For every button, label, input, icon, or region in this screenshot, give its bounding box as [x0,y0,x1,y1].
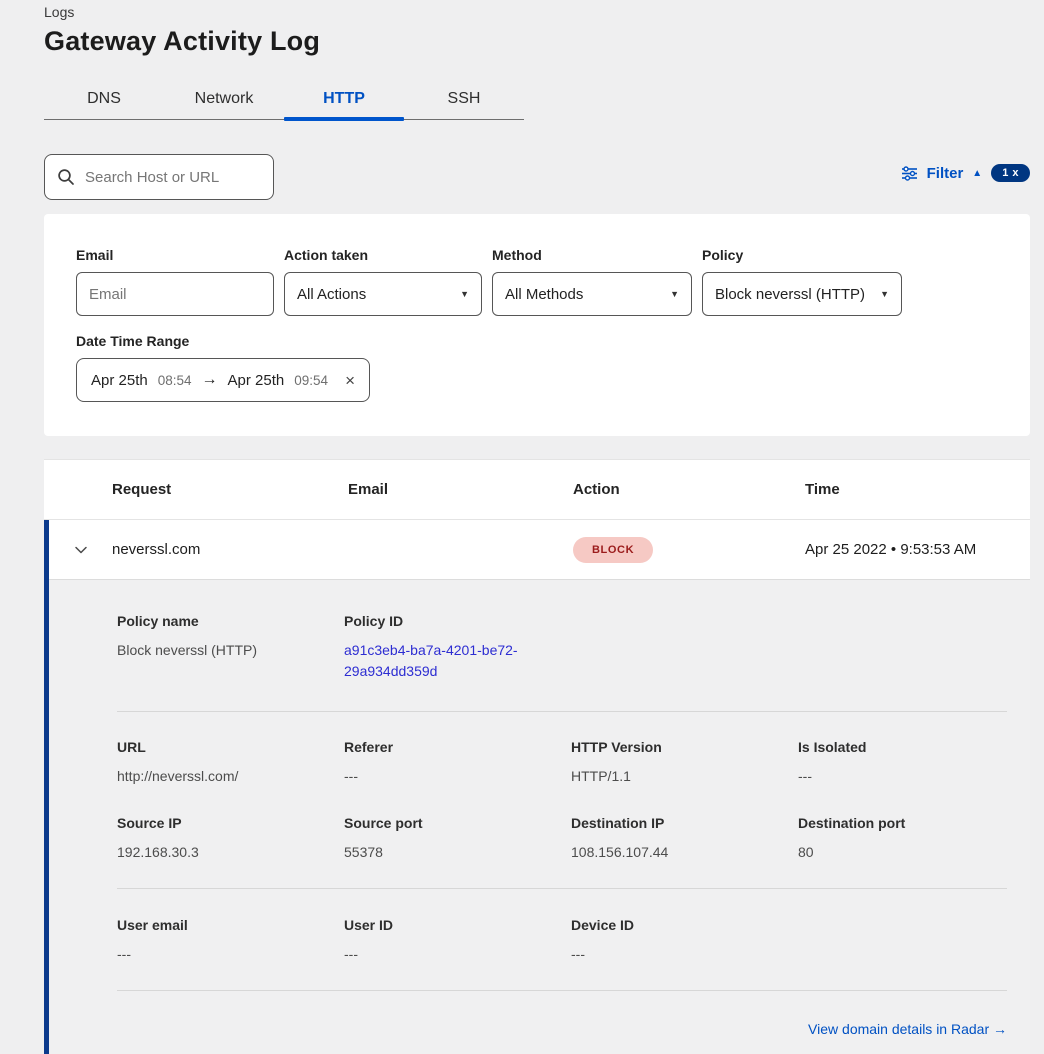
action-taken-label: Action taken [284,247,482,263]
start-time: 08:54 [158,373,192,388]
breadcrumb[interactable]: Logs [44,4,1044,20]
policy-name-label: Policy name [117,613,326,629]
search-box[interactable] [44,154,274,200]
header-request: Request [112,481,348,498]
chevron-down-icon: ▼ [670,289,679,299]
date-range-picker[interactable]: Apr 25th 08:54 → Apr 25th 09:54 × [76,358,370,402]
cell-request: neverssl.com [112,541,348,558]
referer-label: Referer [344,739,553,755]
activity-log-table: Request Email Action Time neverssl.com B… [44,460,1030,1054]
source-port-label: Source port [344,815,553,831]
policy-name-value: Block neverssl (HTTP) [117,640,326,661]
email-filter-input[interactable] [89,286,261,303]
table-row[interactable]: neverssl.com BLOCK Apr 25 2022 • 9:53:53… [49,520,1030,580]
block-action-badge: BLOCK [573,537,653,563]
search-input[interactable] [85,169,261,186]
is-isolated-value: --- [798,766,1007,787]
filter-count-badge[interactable]: 1 x [991,164,1030,182]
filter-field-date-range: Date Time Range Apr 25th 08:54 → Apr 25t… [76,333,998,402]
tab-dns[interactable]: DNS [44,79,164,119]
policy-id-link[interactable]: a91c3eb4-ba7a-4201-be72-29a934dd359d [344,640,544,682]
filter-toggle-button[interactable]: Filter [927,165,964,182]
detail-http-version: HTTP Version HTTP/1.1 [571,739,780,787]
filter-controls: Filter ▲ 1 x [901,164,1030,182]
tab-http[interactable]: HTTP [284,79,404,119]
search-icon [57,168,75,186]
start-date: Apr 25th [91,372,148,389]
source-ip-value: 192.168.30.3 [117,842,326,863]
device-id-label: Device ID [571,917,780,933]
table-header-row: Request Email Action Time [44,460,1030,520]
filter-panel: Email Action taken All Actions ▼ Method … [44,214,1030,436]
detail-destination-port: Destination port 80 [798,815,1007,863]
destination-ip-value: 108.156.107.44 [571,842,780,863]
policy-label: Policy [702,247,902,263]
referer-value: --- [344,766,553,787]
source-ip-label: Source IP [117,815,326,831]
detail-policy-id: Policy ID a91c3eb4-ba7a-4201-be72-29a934… [344,613,553,682]
filter-field-method: Method All Methods ▼ [492,247,692,316]
method-select[interactable]: All Methods ▼ [492,272,692,316]
header-time: Time [805,481,1030,498]
device-id-value: --- [571,944,780,965]
chevron-down-icon[interactable] [73,542,89,558]
tab-ssh[interactable]: SSH [404,79,524,119]
page-title: Gateway Activity Log [44,26,1044,57]
detail-referer: Referer --- [344,739,553,787]
policy-select[interactable]: Block neverssl (HTTP) ▼ [702,272,902,316]
arrow-right-icon: → [202,371,218,389]
expanded-log-entry: neverssl.com BLOCK Apr 25 2022 • 9:53:53… [44,520,1030,1054]
detail-is-isolated: Is Isolated --- [798,739,1007,787]
cell-time: Apr 25 2022 • 9:53:53 AM [805,541,1030,558]
detail-url: URL http://neverssl.com/ [117,739,326,787]
http-version-label: HTTP Version [571,739,780,755]
tab-network[interactable]: Network [164,79,284,119]
log-entry-details: Policy name Block neverssl (HTTP) Policy… [49,580,1030,1054]
email-filter-label: Email [76,247,274,263]
detail-user-email: User email --- [117,917,326,965]
user-id-value: --- [344,944,553,965]
detail-destination-ip: Destination IP 108.156.107.44 [571,815,780,863]
destination-port-label: Destination port [798,815,1007,831]
action-taken-value: All Actions [297,286,366,303]
method-label: Method [492,247,692,263]
user-email-value: --- [117,944,326,965]
user-email-label: User email [117,917,326,933]
end-date: Apr 25th [228,372,285,389]
destination-port-value: 80 [798,842,1007,863]
is-isolated-label: Is Isolated [798,739,1007,755]
date-range-label: Date Time Range [76,333,998,349]
view-radar-link[interactable]: View domain details in Radar → [808,1021,1007,1037]
policy-id-label: Policy ID [344,613,553,629]
collapse-caret-icon[interactable]: ▲ [972,168,982,179]
filter-icon [901,166,918,181]
filter-field-action-taken: Action taken All Actions ▼ [284,247,482,316]
detail-source-ip: Source IP 192.168.30.3 [117,815,326,863]
detail-user-id: User ID --- [344,917,553,965]
user-id-label: User ID [344,917,553,933]
detail-device-id: Device ID --- [571,917,780,965]
header-action: Action [573,481,805,498]
filter-field-email: Email [76,247,274,316]
chevron-down-icon: ▼ [880,289,889,299]
log-type-tabs: DNS Network HTTP SSH [44,79,524,120]
url-value: http://neverssl.com/ [117,766,326,787]
chevron-down-icon: ▼ [460,289,469,299]
gateway-activity-log-page: Logs Gateway Activity Log DNS Network HT… [0,0,1044,1054]
search-filter-row: Filter ▲ 1 x [44,154,1030,200]
end-time: 09:54 [294,373,328,388]
header-email: Email [348,481,573,498]
url-label: URL [117,739,326,755]
destination-ip-label: Destination IP [571,815,780,831]
action-taken-select[interactable]: All Actions ▼ [284,272,482,316]
http-version-value: HTTP/1.1 [571,766,780,787]
filter-field-policy: Policy Block neverssl (HTTP) ▼ [702,247,902,316]
clear-date-range-icon[interactable]: × [345,372,355,389]
detail-policy-name: Policy name Block neverssl (HTTP) [117,613,326,682]
method-value: All Methods [505,286,583,303]
detail-source-port: Source port 55378 [344,815,553,863]
policy-value: Block neverssl (HTTP) [715,286,865,303]
source-port-value: 55378 [344,842,553,863]
